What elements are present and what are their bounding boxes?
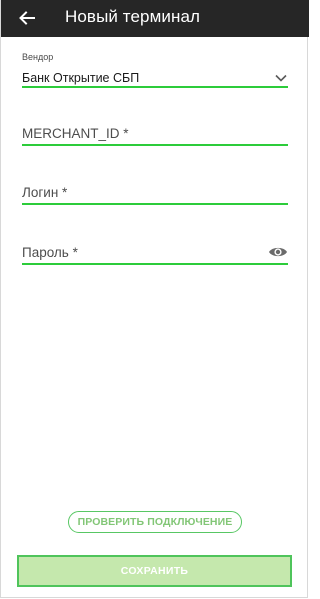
page-title: Новый терминал	[65, 7, 201, 26]
check-connection-button[interactable]: ПРОВЕРИТЬ ПОДКЛЮЧЕНИЕ	[68, 511, 242, 533]
merchant-id-field[interactable]: MERCHANT_ID *	[22, 120, 288, 146]
screen: Новый терминал Вендор Банк Открытие СБП …	[0, 0, 309, 598]
merchant-id-placeholder: MERCHANT_ID *	[22, 126, 129, 141]
arrow-left-icon	[19, 11, 35, 25]
password-placeholder: Пароль *	[22, 245, 78, 260]
vendor-value: Банк Открытие СБП	[22, 71, 140, 85]
merchant-id-underline	[22, 144, 288, 146]
password-underline	[22, 263, 288, 265]
vendor-underline	[22, 86, 288, 88]
vendor-label: Вендор	[22, 52, 54, 62]
vendor-select[interactable]: Вендор Банк Открытие СБП	[22, 52, 288, 88]
login-underline	[22, 203, 288, 205]
login-field[interactable]: Логин *	[22, 179, 288, 205]
save-button[interactable]: СОХРАНИТЬ	[17, 555, 292, 587]
password-field[interactable]: Пароль *	[22, 238, 288, 265]
eye-icon[interactable]	[268, 245, 288, 259]
chevron-down-icon[interactable]	[274, 73, 288, 83]
back-button[interactable]	[13, 5, 41, 31]
login-placeholder: Логин *	[22, 185, 68, 200]
app-bar: Новый терминал	[1, 0, 309, 37]
